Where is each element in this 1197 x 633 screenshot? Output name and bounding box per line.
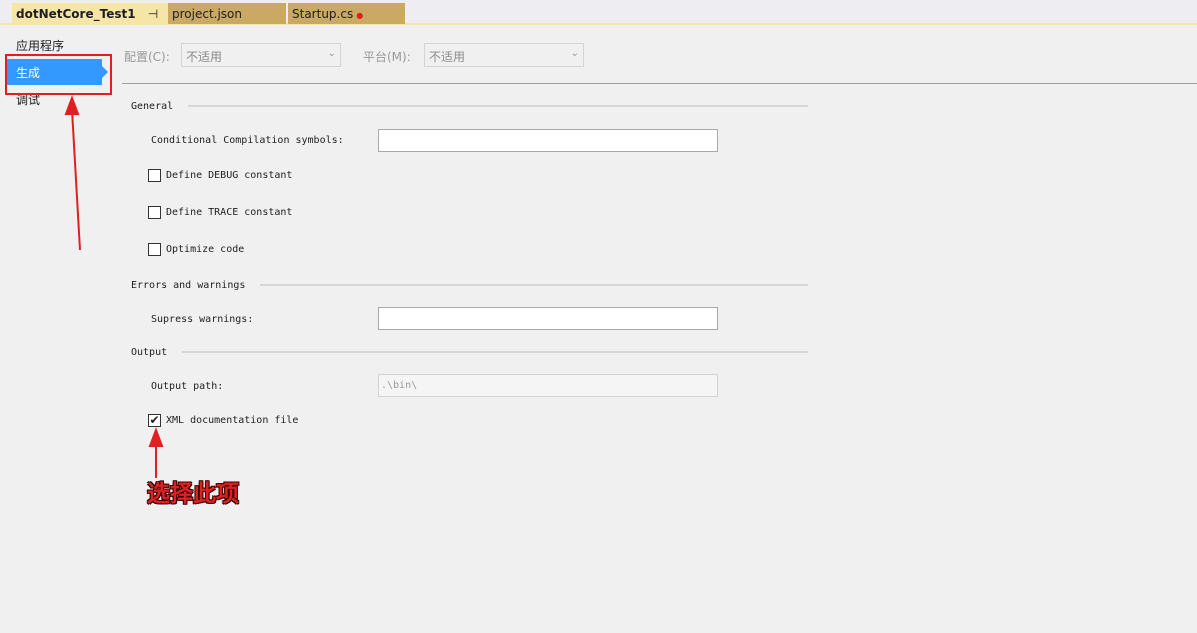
- arrow-icon: [64, 95, 81, 251]
- arrow-icon: [148, 427, 164, 478]
- annotation-text: 选择此项: [147, 481, 239, 507]
- annotation-arrows: [64, 95, 164, 478]
